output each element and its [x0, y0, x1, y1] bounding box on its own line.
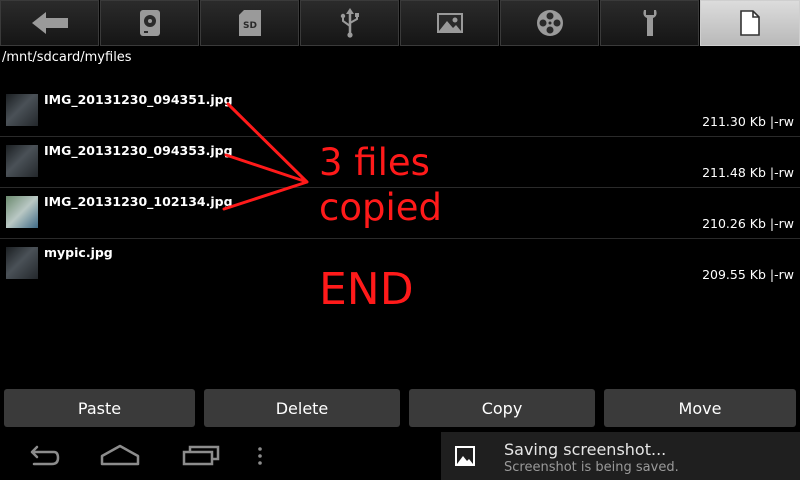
- file-permissions: |-rw: [769, 114, 794, 129]
- sd-card-label: SD: [243, 21, 257, 31]
- nav-home-icon[interactable]: [100, 444, 140, 468]
- annotation-files-count: 3 files: [319, 141, 430, 184]
- notification-subtitle: Screenshot is being saved.: [504, 460, 679, 475]
- tab-usb[interactable]: [300, 0, 399, 46]
- notification-title: Saving screenshot...: [504, 440, 667, 459]
- nav-menu-icon[interactable]: [255, 444, 265, 468]
- document-icon: [740, 10, 760, 36]
- file-name: mypic.jpg: [44, 245, 113, 260]
- wrench-icon: [642, 10, 657, 36]
- picture-icon: [436, 13, 463, 33]
- file-name: IMG_20131230_094353.jpg: [44, 143, 233, 158]
- copy-button[interactable]: Copy: [409, 389, 595, 427]
- file-meta: 211.30 Kb |-rw: [702, 114, 794, 129]
- file-name: IMG_20131230_102134.jpg: [44, 194, 233, 209]
- file-size: 209.55 Kb: [702, 267, 766, 282]
- move-button[interactable]: Move: [604, 389, 796, 427]
- file-permissions: |-rw: [769, 165, 794, 180]
- file-thumbnail: [6, 94, 38, 126]
- file-permissions: |-rw: [769, 216, 794, 231]
- screenshot-notification[interactable]: Saving screenshot... Screenshot is being…: [441, 432, 800, 480]
- file-size: 211.48 Kb: [702, 165, 766, 180]
- file-meta: 209.55 Kb |-rw: [702, 267, 794, 282]
- sd-card-icon: SD: [238, 10, 261, 36]
- tab-videos[interactable]: [500, 0, 599, 46]
- file-thumbnail: [6, 196, 38, 228]
- file-permissions: |-rw: [769, 267, 794, 282]
- film-reel-icon: [536, 10, 563, 36]
- annotation-end: END: [319, 264, 414, 315]
- paste-button[interactable]: Paste: [4, 389, 195, 427]
- file-thumbnail: [6, 145, 38, 177]
- tab-tools[interactable]: [600, 0, 699, 46]
- usb-icon: [340, 8, 359, 38]
- file-thumbnail: [6, 247, 38, 279]
- toolbar: SD: [0, 0, 800, 46]
- annotation-copied: copied: [319, 186, 442, 229]
- file-meta: 210.26 Kb |-rw: [702, 216, 794, 231]
- tab-internal-storage[interactable]: [100, 0, 199, 46]
- tab-sd-card[interactable]: SD: [200, 0, 299, 46]
- file-row[interactable]: IMG_20131230_094351.jpg 211.30 Kb |-rw: [0, 86, 800, 136]
- file-name: IMG_20131230_094351.jpg: [44, 92, 233, 107]
- nav-back-icon[interactable]: [20, 444, 60, 468]
- hard-disk-icon: [139, 10, 160, 36]
- picture-icon: [455, 446, 475, 466]
- nav-recent-apps-icon[interactable]: [182, 444, 222, 468]
- delete-button[interactable]: Delete: [204, 389, 400, 427]
- back-arrow-icon: [31, 12, 68, 34]
- file-size: 210.26 Kb: [702, 216, 766, 231]
- tab-files[interactable]: [700, 0, 800, 46]
- file-meta: 211.48 Kb |-rw: [702, 165, 794, 180]
- file-size: 211.30 Kb: [702, 114, 766, 129]
- current-path: /mnt/sdcard/myfiles: [2, 50, 132, 65]
- back-button[interactable]: [0, 0, 99, 46]
- tab-pictures[interactable]: [400, 0, 499, 46]
